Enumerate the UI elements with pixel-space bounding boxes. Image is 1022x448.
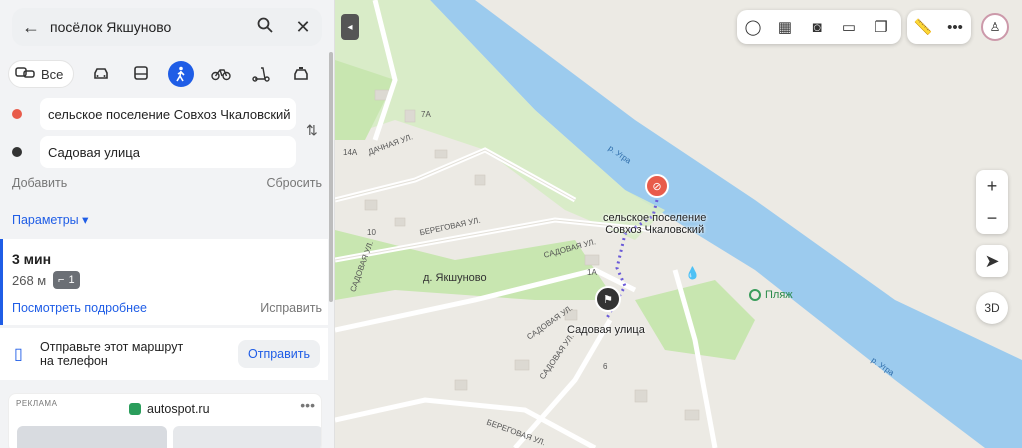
more-icon[interactable]: ••• bbox=[939, 10, 971, 44]
house-number-10: 10 bbox=[367, 228, 376, 237]
route-distance: 268 м bbox=[12, 273, 47, 288]
mode-car-button[interactable] bbox=[88, 60, 114, 88]
autospot-logo-icon bbox=[129, 403, 141, 415]
layers-icon[interactable]: ❐ bbox=[865, 10, 897, 44]
house-number-14a: 14А bbox=[343, 148, 358, 157]
stairs-icon: ⌐ bbox=[58, 274, 65, 286]
house-number-7a: 7А bbox=[421, 110, 431, 119]
mode-taxi-button[interactable] bbox=[288, 60, 314, 88]
village-label: д. Якшуново bbox=[423, 272, 487, 284]
close-icon[interactable]: ✕ bbox=[284, 17, 322, 38]
pedestrian-icon bbox=[168, 61, 195, 87]
scooter-icon bbox=[248, 61, 274, 87]
mode-scooter-button[interactable] bbox=[248, 60, 274, 88]
swap-points-icon[interactable]: ⇅ bbox=[306, 122, 318, 139]
car-icon bbox=[88, 61, 114, 87]
search-bar[interactable]: ← посёлок Якшуново ✕ bbox=[12, 8, 322, 46]
beach-icon bbox=[749, 289, 761, 301]
route-point-from[interactable]: сельское поселение Совхоз Чкаловский bbox=[12, 98, 296, 130]
satellite-layer-icon[interactable]: ▦ bbox=[769, 10, 801, 44]
zoom-controls: + − bbox=[976, 170, 1008, 234]
reset-button[interactable]: Сбросить bbox=[266, 176, 322, 190]
search-icon[interactable] bbox=[246, 17, 284, 38]
map-layers-toolbar: ◯ ▦ ◙ ▭ ❐ bbox=[737, 10, 901, 44]
search-query[interactable]: посёлок Якшуново bbox=[50, 19, 246, 35]
origin-label: сельское поселение Совхоз Чкаловский bbox=[603, 212, 706, 236]
location-arrow-icon: ➤ bbox=[984, 250, 1000, 271]
route-actions: Добавить Сбросить bbox=[12, 176, 322, 190]
beach-poi[interactable]: Пляж bbox=[749, 289, 793, 301]
ad-menu-icon[interactable]: ••• bbox=[300, 397, 315, 413]
panel-scrollbar[interactable] bbox=[329, 52, 333, 302]
transport-modes: Все bbox=[8, 58, 330, 90]
user-avatar[interactable]: ♙ bbox=[981, 13, 1009, 41]
add-point-button[interactable]: Добавить bbox=[12, 176, 67, 190]
route-card[interactable]: 3 мин 268 м ⌐ 1 Посмотреть подробнее Исп… bbox=[0, 239, 328, 325]
all-transport-icon bbox=[15, 66, 35, 83]
app-root: ← посёлок Якшуново ✕ Все сельское поселе… bbox=[0, 0, 1022, 448]
ad-image-2[interactable] bbox=[173, 426, 321, 448]
route-time: 3 мин bbox=[12, 251, 52, 267]
destination-field[interactable]: Садовая улица bbox=[40, 136, 296, 168]
water-drop-icon: 💧 bbox=[685, 266, 700, 280]
mode-walk-button[interactable] bbox=[168, 60, 195, 88]
panorama-icon[interactable]: ◙ bbox=[801, 10, 833, 44]
ruler-icon[interactable]: 📏 bbox=[907, 10, 939, 44]
origin-label-line1: сельское поселение bbox=[603, 212, 707, 224]
destination-marker[interactable]: ⚑ bbox=[595, 286, 621, 312]
3d-button[interactable]: 3D bbox=[976, 292, 1008, 324]
route-point-to[interactable]: Садовая улица bbox=[12, 136, 296, 168]
send-button[interactable]: Отправить bbox=[238, 340, 320, 368]
ad-image[interactable] bbox=[17, 426, 167, 448]
mode-bus-button[interactable] bbox=[128, 60, 154, 88]
origin-dot-icon bbox=[12, 109, 22, 119]
params-dropdown[interactable]: Параметры ▾ bbox=[12, 212, 88, 227]
route-details-link[interactable]: Посмотреть подробнее bbox=[12, 301, 147, 315]
ad-tag: РЕКЛАМА bbox=[16, 399, 58, 408]
phone-icon: ▯ bbox=[14, 346, 23, 363]
stairs-badge: ⌐ 1 bbox=[53, 271, 80, 289]
send-text: Отправьте этот маршрут на телефон bbox=[40, 340, 184, 368]
collapse-panel-button[interactable]: ◂ bbox=[341, 14, 359, 40]
ad-brand-label: autospot.ru bbox=[147, 402, 210, 416]
back-arrow-icon[interactable]: ← bbox=[12, 17, 50, 38]
zoom-out-icon[interactable]: − bbox=[976, 202, 1008, 234]
route-fix-link[interactable]: Исправить bbox=[260, 301, 322, 315]
ad-block[interactable]: РЕКЛАМА autospot.ru ••• bbox=[8, 393, 322, 448]
ad-brand[interactable]: autospot.ru bbox=[129, 402, 210, 416]
3d-label: 3D bbox=[984, 301, 1000, 315]
bicycle-icon bbox=[208, 61, 234, 87]
destination-label: Садовая улица bbox=[567, 324, 645, 336]
destination-dot-icon bbox=[12, 147, 22, 157]
taxi-icon bbox=[288, 61, 314, 87]
map[interactable]: ДАЧНАЯ УЛ. БЕРЕГОВАЯ УЛ. САДОВАЯ УЛ. САД… bbox=[335, 0, 1022, 448]
locate-button[interactable]: ➤ bbox=[976, 245, 1008, 277]
stairs-count: 1 bbox=[68, 274, 75, 286]
route-panel: ← посёлок Якшуново ✕ Все сельское поселе… bbox=[0, 0, 335, 448]
map-tools-toolbar: 📏 ••• bbox=[907, 10, 971, 44]
mode-all-label: Все bbox=[41, 66, 64, 82]
flag-icon: ⚑ bbox=[603, 293, 613, 306]
beach-label: Пляж bbox=[765, 289, 793, 301]
house-number-6: 6 bbox=[603, 362, 608, 371]
transit-icon[interactable]: ▭ bbox=[833, 10, 865, 44]
user-avatar-icon: ♙ bbox=[989, 20, 1001, 34]
mode-all-button[interactable]: Все bbox=[8, 60, 75, 88]
house-number-1a: 1А bbox=[587, 268, 597, 277]
origin-field[interactable]: сельское поселение Совхоз Чкаловский bbox=[40, 98, 296, 130]
send-to-phone: ▯ Отправьте этот маршрут на телефон Отпр… bbox=[0, 328, 328, 380]
origin-label-line2: Совхоз Чкаловский bbox=[605, 224, 705, 236]
no-entry-icon: ⊘ bbox=[652, 180, 662, 193]
origin-marker[interactable]: ⊘ bbox=[645, 174, 669, 198]
mode-bike-button[interactable] bbox=[208, 60, 234, 88]
bus-icon bbox=[128, 61, 154, 87]
zoom-in-icon[interactable]: + bbox=[976, 170, 1008, 202]
scheme-layer-icon[interactable]: ◯ bbox=[737, 10, 769, 44]
